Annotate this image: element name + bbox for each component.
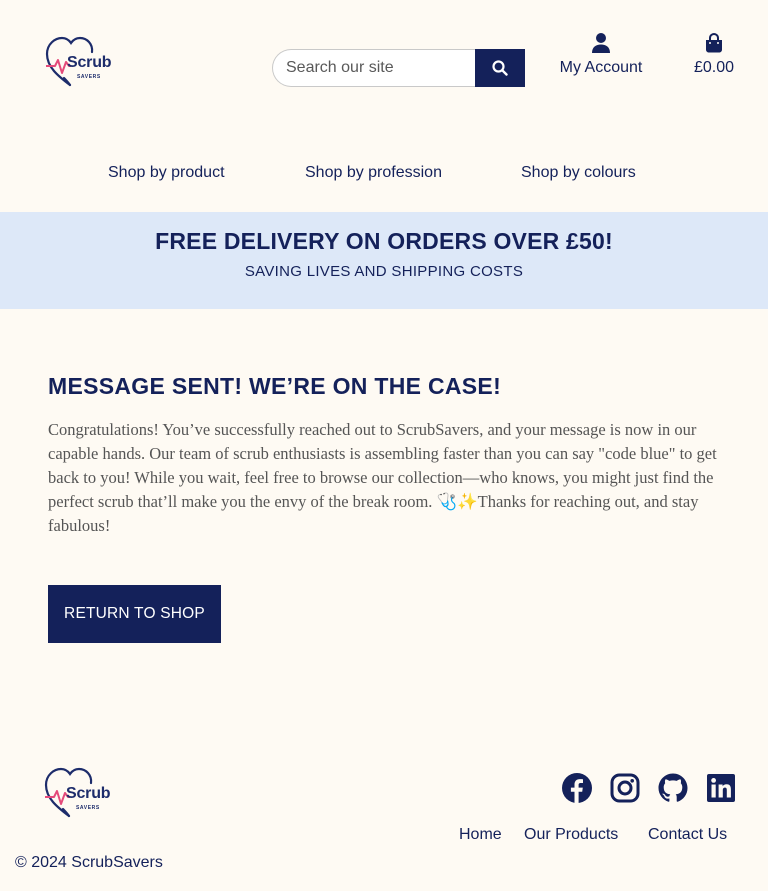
- footer-logo[interactable]: Scrub SAVERS: [43, 767, 119, 821]
- linkedin-icon: [707, 774, 735, 802]
- user-icon: [592, 33, 610, 53]
- my-account-link[interactable]: My Account: [553, 33, 649, 83]
- copyright: © 2024 ScrubSavers: [15, 854, 163, 871]
- nav-shop-by-colours[interactable]: Shop by colours: [521, 164, 636, 182]
- cart-total: £0.00: [693, 59, 735, 76]
- logo-subtitle: SAVERS: [76, 805, 100, 811]
- confirmation-message: Congratulations! You’ve successfully rea…: [48, 420, 717, 535]
- search-bar: [272, 49, 525, 87]
- facebook-link[interactable]: [561, 772, 593, 804]
- banner-subtitle: SAVING LIVES AND SHIPPING COSTS: [244, 263, 524, 280]
- logo-wordmark: Scrub: [67, 54, 112, 71]
- instagram-link[interactable]: [609, 772, 641, 804]
- footer-link-contact-us[interactable]: Contact Us: [648, 826, 727, 844]
- search-input[interactable]: [272, 49, 475, 87]
- linkedin-link[interactable]: [705, 772, 737, 804]
- shopping-bag-icon: [706, 33, 722, 53]
- github-link[interactable]: [657, 772, 689, 804]
- logo-subtitle: SAVERS: [77, 74, 101, 80]
- search-button[interactable]: [475, 49, 525, 87]
- instagram-icon: [610, 773, 640, 803]
- search-icon: [492, 60, 508, 76]
- return-to-shop-button[interactable]: RETURN TO SHOP: [48, 585, 221, 643]
- github-icon: [658, 773, 688, 802]
- footer-link-home[interactable]: Home: [459, 826, 502, 844]
- delivery-banner: FREE DELIVERY ON ORDERS OVER £50! SAVING…: [0, 212, 768, 309]
- site-logo[interactable]: Scrub SAVERS: [44, 36, 120, 90]
- logo-wordmark: Scrub: [66, 785, 111, 802]
- footer-link-our-products[interactable]: Our Products: [524, 826, 618, 844]
- cart-link[interactable]: £0.00: [690, 33, 738, 83]
- my-account-label: My Account: [559, 59, 643, 76]
- main-nav: Shop by product Shop by profession Shop …: [0, 164, 768, 186]
- nav-shop-by-profession[interactable]: Shop by profession: [305, 164, 442, 182]
- facebook-icon: [562, 773, 592, 803]
- page-title: MESSAGE SENT! WE’RE ON THE CASE!: [48, 373, 502, 399]
- banner-title: FREE DELIVERY ON ORDERS OVER £50!: [155, 228, 613, 254]
- nav-shop-by-product[interactable]: Shop by product: [108, 164, 225, 182]
